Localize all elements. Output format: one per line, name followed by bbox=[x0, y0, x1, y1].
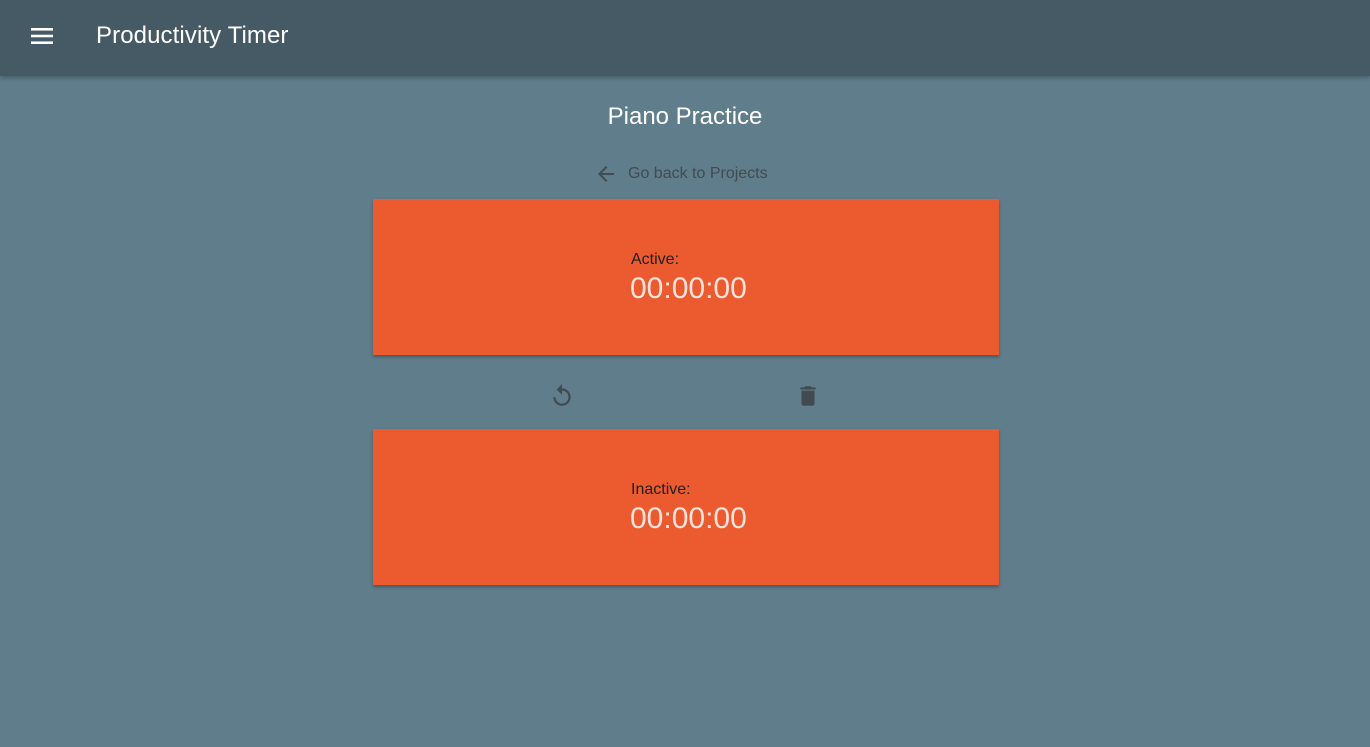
reset-icon bbox=[553, 384, 571, 406]
app-bar: Productivity Timer bbox=[0, 0, 1370, 76]
active-timer-label: Active: bbox=[631, 251, 680, 268]
active-timer-card[interactable]: Active: 00:00:00 bbox=[373, 199, 999, 355]
page-title: Piano Practice bbox=[607, 103, 763, 130]
back-to-projects-link[interactable]: Go back to Projects bbox=[592, 160, 768, 188]
inactive-timer-value: 00:00:00 bbox=[630, 502, 747, 535]
inactive-timer-card[interactable]: Inactive: 00:00:00 bbox=[373, 429, 999, 585]
menu-button[interactable] bbox=[18, 14, 66, 58]
delete-button[interactable] bbox=[788, 376, 828, 416]
back-link-label: Go back to Projects bbox=[628, 165, 768, 182]
arrow-left-icon bbox=[592, 160, 620, 188]
app-title: Productivity Timer bbox=[96, 22, 289, 49]
trash-icon bbox=[800, 386, 816, 406]
menu-icon bbox=[31, 28, 53, 44]
reset-button[interactable] bbox=[542, 376, 582, 416]
active-timer-value: 00:00:00 bbox=[630, 272, 747, 305]
inactive-timer-label: Inactive: bbox=[631, 481, 691, 498]
